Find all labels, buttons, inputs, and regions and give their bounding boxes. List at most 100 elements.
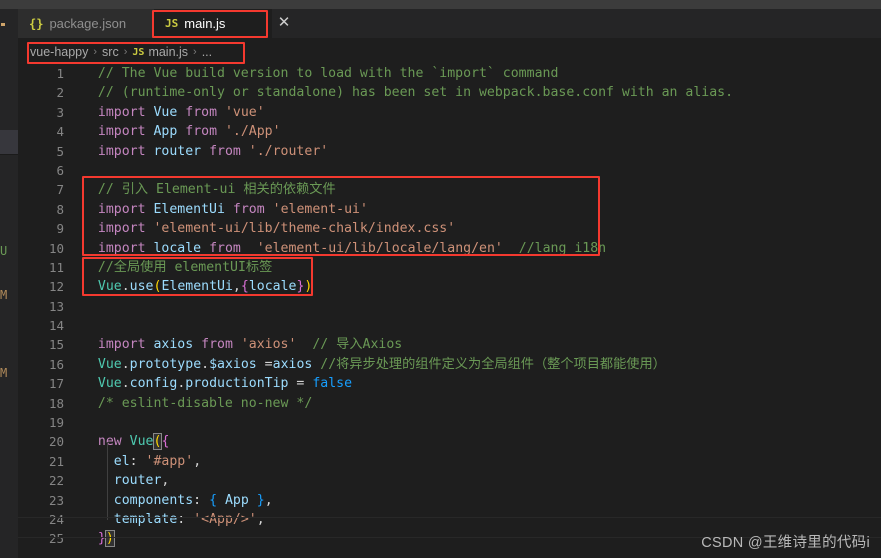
code-line-content: components: { App }, [82, 491, 273, 510]
code-line[interactable]: 5 import router from './router' [18, 142, 881, 161]
code-token: use [129, 279, 154, 295]
breadcrumb-item-project[interactable]: vue-happy [30, 45, 88, 59]
code-token: from [185, 104, 218, 120]
code-token: config [129, 376, 178, 392]
code-token: // (runtime-only or standalone) has been… [97, 85, 734, 101]
indent-guide [107, 442, 108, 520]
code-line[interactable]: 11 //全局使用 elementUI标签 [18, 258, 881, 277]
code-token: . [201, 356, 210, 372]
code-line[interactable]: 23 components: { App }, [18, 491, 881, 510]
code-token: productionTip [185, 376, 289, 392]
code-token: Vue [97, 376, 122, 392]
code-line[interactable]: 17 Vue.config.productionTip = false [18, 374, 881, 393]
code-token: : [129, 453, 146, 469]
code-line[interactable]: 16 Vue.prototype.$axios =axios //将异步处理的组… [18, 355, 881, 374]
tab-package-json[interactable]: {} package.json [18, 9, 154, 38]
chevron-right-icon: › [93, 46, 98, 58]
code-token: : [193, 492, 210, 508]
tab-main-js[interactable]: JS main.js [154, 9, 272, 38]
code-token: : [177, 511, 194, 527]
line-number: 10 [48, 240, 64, 256]
code-token: import [97, 240, 146, 256]
code-token: 'element-ui' [272, 201, 368, 217]
line-number: 12 [48, 279, 64, 295]
code-line[interactable]: 24 template: '<App/>', [18, 510, 881, 529]
code-line[interactable]: 20 new Vue({ [18, 432, 881, 451]
code-line[interactable]: 4 import App from './App' [18, 122, 881, 141]
code-line[interactable]: 8 import ElementUi from 'element-ui' [18, 200, 881, 219]
code-token: //将异步处理的组件定义为全局组件（整个项目都能使用） [320, 356, 666, 372]
code-token: . [121, 279, 130, 295]
code-line[interactable]: 12 Vue.use(ElementUi,{locale}) [18, 277, 881, 296]
code-line-content: Vue.prototype.$axios =axios //将异步处理的组件定义… [82, 355, 666, 374]
code-line[interactable]: 19 [18, 413, 881, 432]
code-line[interactable]: 10 import locale from 'element-ui/lib/lo… [18, 239, 881, 258]
js-file-icon: JS [165, 17, 179, 30]
code-line[interactable]: 21 el: '#app', [18, 452, 881, 471]
explorer-selected-row[interactable] [0, 130, 18, 154]
code-line[interactable]: 14 [18, 316, 881, 335]
code-line[interactable]: 7 // 引入 Element-ui 相关的依赖文件 [18, 180, 881, 199]
line-number: 22 [48, 473, 64, 489]
code-line[interactable]: 15 import axios from 'axios' // 导入Axios [18, 335, 881, 354]
line-number: 3 [56, 104, 64, 120]
code-token: 'element-ui/lib/theme-chalk/index.css' [153, 221, 456, 237]
code-token: { [240, 279, 249, 295]
explorer-row-divider [0, 154, 18, 155]
code-token: components [113, 492, 194, 508]
tab-bar-empty-area [305, 9, 881, 38]
tab-label: main.js [184, 16, 226, 31]
code-editor[interactable]: 1 // The Vue build version to load with … [18, 64, 881, 558]
code-line[interactable]: 1 // The Vue build version to load with … [18, 64, 881, 83]
explorer-file-glyph-2: M [0, 290, 7, 301]
line-number: 5 [56, 143, 64, 159]
code-line[interactable]: 3 import Vue from 'vue' [18, 103, 881, 122]
code-token: locale [153, 240, 202, 256]
code-token: App [224, 492, 249, 508]
code-token: '#app' [145, 453, 194, 469]
breadcrumb-item-symbols[interactable]: ... [202, 45, 212, 59]
code-line[interactable]: 22 router, [18, 471, 881, 490]
code-line-content: // 引入 Element-ui 相关的依赖文件 [82, 180, 336, 199]
current-line-top-border [18, 517, 881, 518]
code-token: , [193, 453, 202, 469]
code-token: import [97, 337, 146, 353]
activity-bar-top-filler [0, 0, 18, 9]
activity-bar-icon-partial[interactable] [1, 23, 5, 26]
code-line[interactable]: 2 // (runtime-only or standalone) has be… [18, 83, 881, 102]
line-number: 2 [56, 85, 64, 101]
code-token: // 引入 Element-ui 相关的依赖文件 [97, 182, 336, 198]
code-token: Vue [97, 279, 122, 295]
code-line[interactable]: 13 [18, 297, 881, 316]
code-line-content: /* eslint-disable no-new */ [82, 394, 312, 413]
code-line-content: import 'element-ui/lib/theme-chalk/index… [82, 219, 455, 238]
breadcrumb-item-file[interactable]: main.js [148, 45, 188, 59]
code-token: Vue [129, 434, 154, 450]
code-line[interactable]: 18 /* eslint-disable no-new */ [18, 394, 881, 413]
code-line[interactable]: 6 [18, 161, 881, 180]
close-icon[interactable]: ✕ [275, 14, 293, 32]
explorer-panel-partial[interactable]: U M M [0, 34, 18, 558]
breadcrumb[interactable]: vue-happy › src › JS main.js › ... [30, 41, 212, 63]
code-token: $axios [209, 356, 257, 372]
breadcrumb-item-folder[interactable]: src [102, 45, 119, 59]
code-line[interactable]: 9 import 'element-ui/lib/theme-chalk/ind… [18, 219, 881, 238]
code-token: prototype [129, 356, 202, 372]
code-token: './router' [248, 143, 329, 159]
code-token: import [97, 143, 146, 159]
line-number: 8 [56, 201, 64, 217]
code-line-content: import axios from 'axios' // 导入Axios [82, 335, 402, 354]
